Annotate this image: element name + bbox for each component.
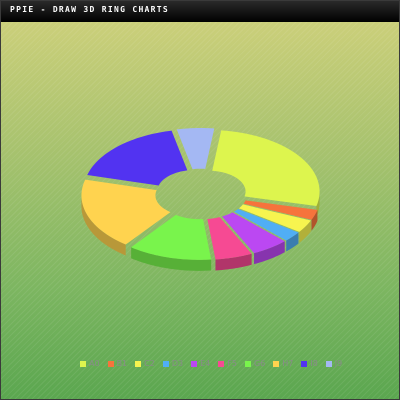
- ring-chart: [81, 128, 320, 271]
- legend-label: H7: [282, 359, 294, 368]
- legend-swatch: [162, 361, 169, 367]
- segment-top-face: [212, 130, 320, 207]
- legend-item-c2: C2: [135, 359, 155, 369]
- legend-item-i8: I8: [301, 359, 318, 369]
- legend-swatch: [135, 361, 142, 367]
- legend-swatch: [218, 361, 225, 367]
- legend-item-e4: E4: [191, 359, 210, 369]
- legend-item-d3: D3: [162, 359, 184, 369]
- legend-swatch: [273, 361, 280, 367]
- legend-label: E4: [200, 359, 211, 368]
- legend: A0 B1 C2 D3 E4 F5 G6 H7 I8 J9: [80, 358, 350, 370]
- legend-swatch: [191, 361, 198, 367]
- legend-swatch: [244, 361, 251, 367]
- legend-label: G6: [253, 359, 266, 368]
- legend-label: D3: [171, 359, 184, 368]
- legend-label: I8: [310, 359, 318, 368]
- legend-item-h7: H7: [273, 359, 293, 369]
- legend-label: C2: [144, 359, 155, 368]
- legend-label: F5: [227, 359, 237, 368]
- legend-label: A0: [89, 359, 100, 368]
- legend-label: B1: [116, 359, 128, 368]
- legend-label: J9: [334, 359, 343, 368]
- chart-window: PPIE - DRAW 3D RING CHARTS A0 B1 C2 D3 E4 F5 G…: [0, 0, 400, 400]
- legend-swatch: [80, 361, 86, 367]
- segment-top-face: [87, 130, 188, 186]
- legend-swatch: [325, 361, 332, 367]
- ring-segment-i8: [87, 130, 188, 186]
- legend-item-a0: A0: [80, 359, 100, 369]
- legend-item-f5: F5: [218, 359, 237, 369]
- legend-swatch: [107, 361, 114, 367]
- legend-swatch: [301, 361, 308, 367]
- legend-item-g6: G6: [244, 359, 266, 369]
- legend-item-j9: J9: [325, 359, 343, 369]
- legend-item-b1: B1: [107, 359, 128, 369]
